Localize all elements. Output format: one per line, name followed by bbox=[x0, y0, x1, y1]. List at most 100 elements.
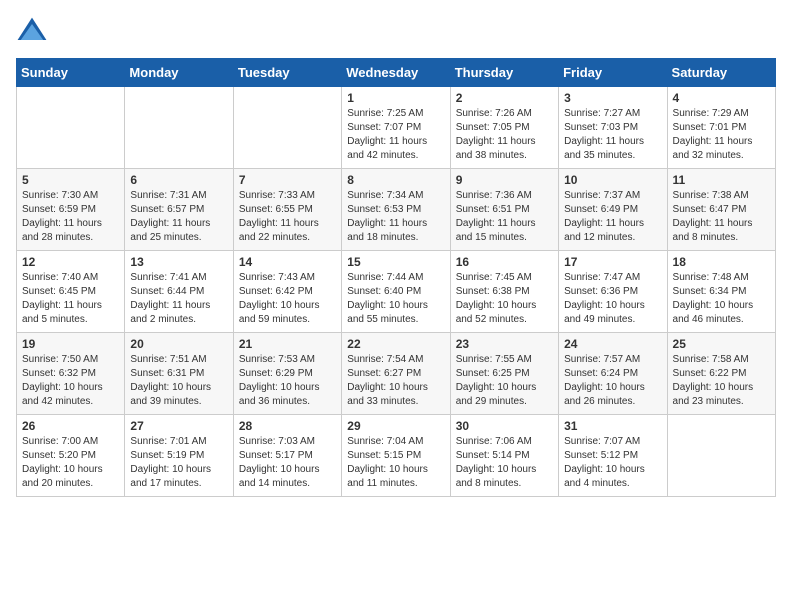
day-detail: Sunrise: 7:30 AMSunset: 6:59 PMDaylight:… bbox=[22, 189, 119, 245]
calendar-cell: 26 Sunrise: 7:00 AMSunset: 5:20 PMDayligh… bbox=[17, 415, 125, 497]
week-row-4: 19 Sunrise: 7:50 AMSunset: 6:32 PMDayligh… bbox=[17, 333, 776, 415]
day-number: 29 bbox=[347, 419, 444, 433]
day-number: 26 bbox=[22, 419, 119, 433]
day-number: 19 bbox=[22, 337, 119, 351]
day-number: 3 bbox=[564, 91, 661, 105]
weekday-header-saturday: Saturday bbox=[667, 59, 775, 87]
calendar-cell: 13 Sunrise: 7:41 AMSunset: 6:44 PMDayligh… bbox=[125, 251, 233, 333]
day-detail: Sunrise: 7:48 AMSunset: 6:34 PMDaylight:… bbox=[673, 271, 770, 327]
calendar-cell: 29 Sunrise: 7:04 AMSunset: 5:15 PMDayligh… bbox=[342, 415, 450, 497]
day-number: 9 bbox=[456, 173, 553, 187]
calendar-cell: 17 Sunrise: 7:47 AMSunset: 6:36 PMDayligh… bbox=[559, 251, 667, 333]
day-number: 12 bbox=[22, 255, 119, 269]
day-detail: Sunrise: 7:55 AMSunset: 6:25 PMDaylight:… bbox=[456, 353, 553, 409]
day-number: 27 bbox=[130, 419, 227, 433]
calendar-header-row: SundayMondayTuesdayWednesdayThursdayFrid… bbox=[17, 59, 776, 87]
day-number: 18 bbox=[673, 255, 770, 269]
day-detail: Sunrise: 7:37 AMSunset: 6:49 PMDaylight:… bbox=[564, 189, 661, 245]
calendar-cell: 22Sunrise: 7:54 AMSunset: 6:27 PMDayligh… bbox=[342, 333, 450, 415]
calendar-cell: 20 Sunrise: 7:51 AMSunset: 6:31 PMDayligh… bbox=[125, 333, 233, 415]
calendar-cell: 9 Sunrise: 7:36 AMSunset: 6:51 PMDaylight… bbox=[450, 169, 558, 251]
day-number: 24 bbox=[564, 337, 661, 351]
day-detail: Sunrise: 7:41 AMSunset: 6:44 PMDaylight:… bbox=[130, 271, 227, 327]
week-row-3: 12 Sunrise: 7:40 AMSunset: 6:45 PMDayligh… bbox=[17, 251, 776, 333]
day-detail: Sunrise: 7:06 AMSunset: 5:14 PMDaylight:… bbox=[456, 435, 553, 491]
day-number: 25 bbox=[673, 337, 770, 351]
week-row-2: 5 Sunrise: 7:30 AMSunset: 6:59 PMDaylight… bbox=[17, 169, 776, 251]
logo-icon bbox=[16, 16, 48, 48]
calendar-cell: 18 Sunrise: 7:48 AMSunset: 6:34 PMDayligh… bbox=[667, 251, 775, 333]
weekday-header-tuesday: Tuesday bbox=[233, 59, 341, 87]
day-detail: Sunrise: 7:00 AMSunset: 5:20 PMDaylight:… bbox=[22, 435, 119, 491]
day-number: 20 bbox=[130, 337, 227, 351]
day-detail: Sunrise: 7:44 AMSunset: 6:40 PMDaylight:… bbox=[347, 271, 444, 327]
weekday-header-wednesday: Wednesday bbox=[342, 59, 450, 87]
calendar-cell: 23 Sunrise: 7:55 AMSunset: 6:25 PMDayligh… bbox=[450, 333, 558, 415]
day-detail: Sunrise: 7:53 AMSunset: 6:29 PMDaylight:… bbox=[239, 353, 336, 409]
day-detail: Sunrise: 7:34 AMSunset: 6:53 PMDaylight:… bbox=[347, 189, 444, 245]
weekday-header-friday: Friday bbox=[559, 59, 667, 87]
calendar-cell: 24 Sunrise: 7:57 AMSunset: 6:24 PMDayligh… bbox=[559, 333, 667, 415]
day-detail: Sunrise: 7:40 AMSunset: 6:45 PMDaylight:… bbox=[22, 271, 119, 327]
day-detail: Sunrise: 7:01 AMSunset: 5:19 PMDaylight:… bbox=[130, 435, 227, 491]
day-detail: Sunrise: 7:57 AMSunset: 6:24 PMDaylight:… bbox=[564, 353, 661, 409]
calendar-cell: 21 Sunrise: 7:53 AMSunset: 6:29 PMDayligh… bbox=[233, 333, 341, 415]
page-header bbox=[16, 16, 776, 48]
day-number: 17 bbox=[564, 255, 661, 269]
calendar-cell: 8 Sunrise: 7:34 AMSunset: 6:53 PMDaylight… bbox=[342, 169, 450, 251]
day-detail: Sunrise: 7:50 AMSunset: 6:32 PMDaylight:… bbox=[22, 353, 119, 409]
week-row-5: 26 Sunrise: 7:00 AMSunset: 5:20 PMDayligh… bbox=[17, 415, 776, 497]
day-number: 7 bbox=[239, 173, 336, 187]
weekday-header-thursday: Thursday bbox=[450, 59, 558, 87]
day-number: 11 bbox=[673, 173, 770, 187]
calendar-cell: 5 Sunrise: 7:30 AMSunset: 6:59 PMDaylight… bbox=[17, 169, 125, 251]
day-number: 30 bbox=[456, 419, 553, 433]
calendar-cell bbox=[125, 87, 233, 169]
calendar-cell: 12 Sunrise: 7:40 AMSunset: 6:45 PMDayligh… bbox=[17, 251, 125, 333]
day-detail: Sunrise: 7:27 AMSunset: 7:03 PMDaylight:… bbox=[564, 107, 661, 163]
day-number: 16 bbox=[456, 255, 553, 269]
day-number: 13 bbox=[130, 255, 227, 269]
calendar-cell: 3 Sunrise: 7:27 AMSunset: 7:03 PMDaylight… bbox=[559, 87, 667, 169]
calendar-cell: 2Sunrise: 7:26 AMSunset: 7:05 PMDaylight… bbox=[450, 87, 558, 169]
day-detail: Sunrise: 7:45 AMSunset: 6:38 PMDaylight:… bbox=[456, 271, 553, 327]
day-detail: Sunrise: 7:03 AMSunset: 5:17 PMDaylight:… bbox=[239, 435, 336, 491]
day-detail: Sunrise: 7:43 AMSunset: 6:42 PMDaylight:… bbox=[239, 271, 336, 327]
calendar-cell: 6 Sunrise: 7:31 AMSunset: 6:57 PMDaylight… bbox=[125, 169, 233, 251]
day-detail: Sunrise: 7:33 AMSunset: 6:55 PMDaylight:… bbox=[239, 189, 336, 245]
calendar-cell: 10 Sunrise: 7:37 AMSunset: 6:49 PMDayligh… bbox=[559, 169, 667, 251]
day-detail: Sunrise: 7:04 AMSunset: 5:15 PMDaylight:… bbox=[347, 435, 444, 491]
logo bbox=[16, 16, 52, 48]
calendar-cell: 16 Sunrise: 7:45 AMSunset: 6:38 PMDayligh… bbox=[450, 251, 558, 333]
calendar-cell: 30 Sunrise: 7:06 AMSunset: 5:14 PMDayligh… bbox=[450, 415, 558, 497]
calendar-cell: 31Sunrise: 7:07 AMSunset: 5:12 PMDayligh… bbox=[559, 415, 667, 497]
day-number: 8 bbox=[347, 173, 444, 187]
calendar-cell bbox=[667, 415, 775, 497]
calendar-cell: 11 Sunrise: 7:38 AMSunset: 6:47 PMDayligh… bbox=[667, 169, 775, 251]
calendar-cell: 27 Sunrise: 7:01 AMSunset: 5:19 PMDayligh… bbox=[125, 415, 233, 497]
day-detail: Sunrise: 7:58 AMSunset: 6:22 PMDaylight:… bbox=[673, 353, 770, 409]
calendar-cell: 25 Sunrise: 7:58 AMSunset: 6:22 PMDayligh… bbox=[667, 333, 775, 415]
day-detail: Sunrise: 7:38 AMSunset: 6:47 PMDaylight:… bbox=[673, 189, 770, 245]
day-detail: Sunrise: 7:47 AMSunset: 6:36 PMDaylight:… bbox=[564, 271, 661, 327]
day-number: 14 bbox=[239, 255, 336, 269]
day-detail: Sunrise: 7:51 AMSunset: 6:31 PMDaylight:… bbox=[130, 353, 227, 409]
day-detail: Sunrise: 7:36 AMSunset: 6:51 PMDaylight:… bbox=[456, 189, 553, 245]
day-number: 21 bbox=[239, 337, 336, 351]
day-number: 5 bbox=[22, 173, 119, 187]
day-detail: Sunrise: 7:54 AMSunset: 6:27 PMDaylight:… bbox=[347, 353, 444, 409]
weekday-header-sunday: Sunday bbox=[17, 59, 125, 87]
calendar-cell: 7 Sunrise: 7:33 AMSunset: 6:55 PMDaylight… bbox=[233, 169, 341, 251]
day-detail: Sunrise: 7:31 AMSunset: 6:57 PMDaylight:… bbox=[130, 189, 227, 245]
day-number: 10 bbox=[564, 173, 661, 187]
day-number: 6 bbox=[130, 173, 227, 187]
calendar-cell bbox=[17, 87, 125, 169]
day-number: 28 bbox=[239, 419, 336, 433]
calendar-cell bbox=[233, 87, 341, 169]
calendar-cell: 4Sunrise: 7:29 AMSunset: 7:01 PMDaylight… bbox=[667, 87, 775, 169]
day-number: 4 bbox=[673, 91, 770, 105]
calendar-cell: 14 Sunrise: 7:43 AMSunset: 6:42 PMDayligh… bbox=[233, 251, 341, 333]
day-number: 23 bbox=[456, 337, 553, 351]
week-row-1: 1Sunrise: 7:25 AMSunset: 7:07 PMDaylight… bbox=[17, 87, 776, 169]
calendar-cell: 19 Sunrise: 7:50 AMSunset: 6:32 PMDayligh… bbox=[17, 333, 125, 415]
